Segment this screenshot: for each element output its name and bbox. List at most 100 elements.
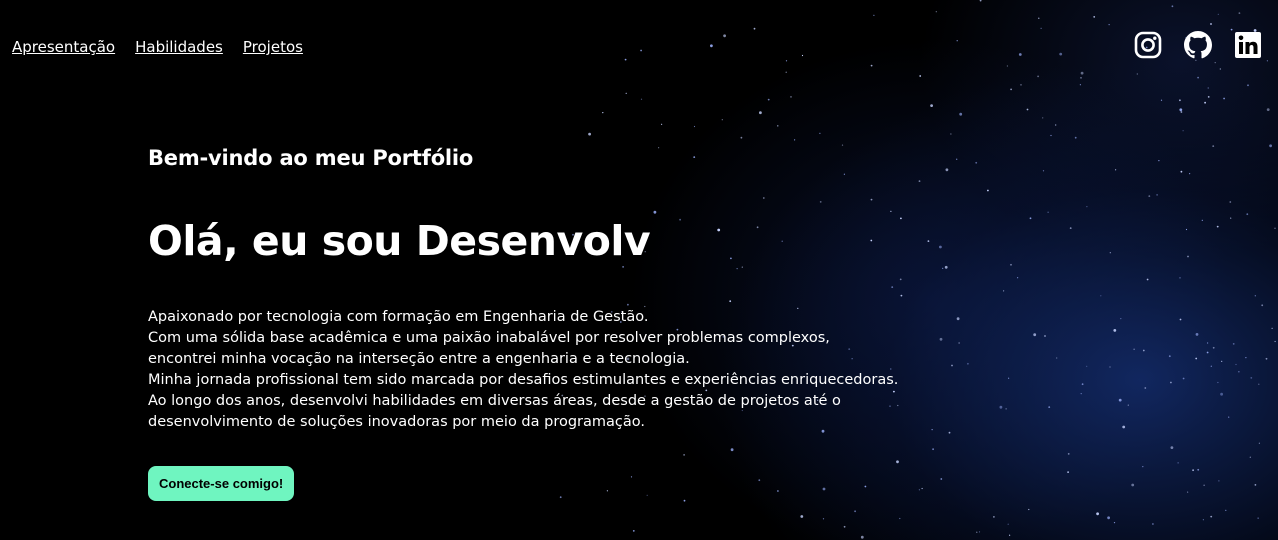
star — [1108, 24, 1110, 26]
star — [794, 139, 796, 141]
star — [1223, 97, 1225, 100]
star — [1044, 335, 1046, 337]
star — [777, 125, 779, 127]
star — [1160, 99, 1163, 101]
star — [661, 123, 663, 125]
star — [1033, 333, 1037, 337]
star — [785, 71, 787, 73]
star — [1006, 65, 1009, 67]
github-icon[interactable] — [1184, 31, 1212, 59]
star — [1195, 333, 1199, 336]
star — [1170, 446, 1174, 449]
star — [1214, 62, 1216, 64]
star — [1142, 466, 1144, 468]
star — [950, 133, 952, 135]
star — [710, 44, 713, 48]
star — [1274, 227, 1276, 229]
bio-line: desenvolvimento de soluções inovadoras p… — [148, 414, 645, 430]
star — [1182, 377, 1185, 380]
star — [1048, 406, 1051, 408]
star — [979, 0, 982, 2]
star — [1142, 349, 1145, 352]
star — [1266, 60, 1268, 62]
star — [927, 240, 930, 243]
social-links — [1134, 31, 1262, 59]
star — [1133, 348, 1135, 350]
star — [1156, 194, 1158, 196]
star — [801, 54, 804, 57]
star — [860, 535, 864, 539]
star — [1050, 134, 1052, 137]
star — [1217, 13, 1219, 15]
nav-link-habilidades[interactable]: Habilidades — [135, 38, 223, 56]
star — [785, 60, 788, 62]
star — [723, 34, 726, 38]
star — [1120, 318, 1122, 320]
star — [1179, 99, 1181, 102]
star — [1249, 456, 1251, 458]
star — [588, 132, 591, 136]
star — [1210, 365, 1212, 367]
star — [1127, 404, 1129, 406]
star — [1212, 346, 1215, 349]
star — [993, 516, 995, 518]
star — [1026, 108, 1029, 111]
star — [1029, 217, 1032, 220]
star — [1207, 342, 1209, 344]
star — [956, 158, 958, 160]
star — [1067, 453, 1070, 455]
star — [978, 531, 981, 533]
star — [1197, 468, 1200, 471]
star — [1008, 377, 1010, 379]
star — [1254, 484, 1257, 486]
star — [1185, 228, 1188, 231]
linkedin-icon[interactable] — [1234, 31, 1262, 59]
star — [951, 364, 953, 367]
star — [1086, 206, 1088, 208]
bio-line: encontrei minha vocação na interseção en… — [148, 351, 690, 367]
star — [1017, 277, 1019, 279]
star — [767, 98, 770, 101]
star — [1118, 398, 1122, 402]
star — [1271, 327, 1273, 329]
star — [939, 245, 942, 249]
instagram-icon[interactable] — [1134, 31, 1162, 59]
star — [939, 337, 943, 341]
star — [1245, 357, 1247, 359]
star — [1225, 509, 1227, 511]
star — [1131, 483, 1135, 487]
star — [1247, 84, 1249, 87]
star — [1079, 84, 1081, 86]
star — [1203, 484, 1205, 486]
star — [1115, 169, 1117, 171]
star — [945, 168, 949, 172]
star — [1261, 304, 1264, 307]
star — [899, 517, 901, 520]
nav-link-projetos[interactable]: Projetos — [243, 38, 303, 56]
star — [1232, 343, 1235, 345]
star — [1037, 75, 1039, 78]
star — [999, 405, 1003, 409]
star — [1113, 522, 1116, 524]
star — [1250, 377, 1253, 379]
nav-link-apresentacao[interactable]: Apresentação — [12, 38, 115, 56]
star — [932, 448, 934, 451]
star — [1056, 357, 1058, 359]
star — [1018, 53, 1022, 56]
star — [1010, 88, 1012, 91]
star — [919, 75, 922, 77]
star — [1187, 491, 1189, 493]
star — [624, 58, 627, 61]
star — [1195, 357, 1198, 360]
star — [873, 14, 875, 16]
star — [1042, 170, 1045, 172]
star — [935, 11, 937, 13]
welcome-heading: Bem-vindo ao meu Portfólio — [148, 146, 474, 170]
star — [1189, 173, 1191, 175]
bio-line: Minha jornada profissional tem sido marc… — [148, 372, 899, 388]
star — [1107, 516, 1110, 520]
connect-button[interactable]: Conecte-se comigo! — [148, 466, 295, 501]
star — [942, 267, 944, 269]
star — [822, 518, 825, 520]
star — [790, 96, 792, 98]
